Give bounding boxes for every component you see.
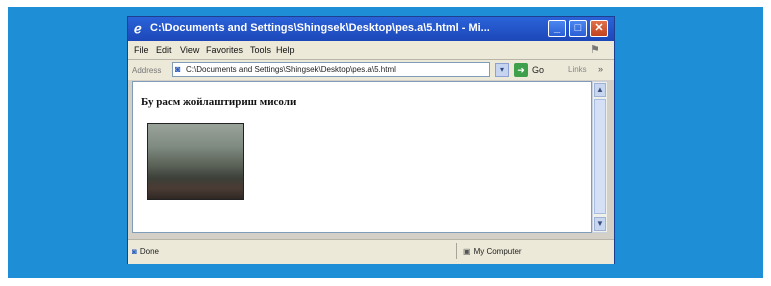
title-bar[interactable]: ℯ C:\Documents and Settings\Shingsek\Des… — [128, 17, 614, 41]
ie-icon: ℯ — [134, 21, 142, 36]
vertical-scrollbar[interactable]: ▲ ▼ — [592, 81, 608, 233]
status-left-text: Done — [139, 247, 159, 256]
address-input[interactable]: ◙ C:\Documents and Settings\Shingsek\Des… — [172, 62, 490, 77]
address-dropdown-button[interactable]: ▾ — [495, 63, 509, 77]
status-done: ◙ Done — [132, 247, 159, 256]
address-value: C:\Documents and Settings\Shingsek\Deskt… — [186, 65, 396, 74]
links-label[interactable]: Links — [568, 65, 587, 74]
page-icon: ◙ — [175, 64, 181, 74]
menu-bar: File Edit View Favorites Tools Help ⚑ — [128, 41, 614, 60]
status-divider — [456, 243, 457, 259]
my-computer-icon: ▣ — [463, 247, 471, 256]
status-zone: ▣ My Computer — [463, 247, 522, 256]
page-content: Бу расм жойлаштириш мисоли — [132, 81, 592, 233]
status-right-text: My Computer — [473, 247, 522, 256]
scroll-up-icon[interactable]: ▲ — [594, 83, 606, 97]
menu-edit[interactable]: Edit — [156, 45, 172, 55]
close-button[interactable]: ✕ — [590, 20, 608, 37]
address-label: Address — [132, 66, 162, 75]
maximize-button[interactable]: □ — [569, 20, 587, 37]
status-bar: ◙ Done ▣ My Computer — [128, 239, 614, 264]
menu-view[interactable]: View — [180, 45, 199, 55]
go-arrow-icon[interactable]: ➜ — [514, 63, 528, 77]
menu-file[interactable]: File — [134, 45, 149, 55]
go-button[interactable]: Go — [532, 65, 544, 75]
menu-tools[interactable]: Tools — [250, 45, 271, 55]
window-title: C:\Documents and Settings\Shingsek\Deskt… — [150, 22, 490, 34]
menu-favorites[interactable]: Favorites — [206, 45, 243, 55]
browser-window: ℯ C:\Documents and Settings\Shingsek\Des… — [127, 16, 615, 264]
minimize-button[interactable]: _ — [548, 20, 566, 37]
menu-help[interactable]: Help — [276, 45, 295, 55]
address-bar: Address ◙ C:\Documents and Settings\Shin… — [128, 60, 614, 80]
windows-flag-icon: ⚑ — [590, 44, 600, 56]
scroll-down-icon[interactable]: ▼ — [594, 217, 606, 231]
landscape-image — [147, 123, 244, 200]
scroll-thumb[interactable] — [594, 99, 606, 214]
page-heading: Бу расм жойлаштириш мисоли — [141, 96, 297, 108]
page-done-icon: ◙ — [132, 247, 137, 256]
chevron-right-icon[interactable]: » — [598, 64, 603, 74]
